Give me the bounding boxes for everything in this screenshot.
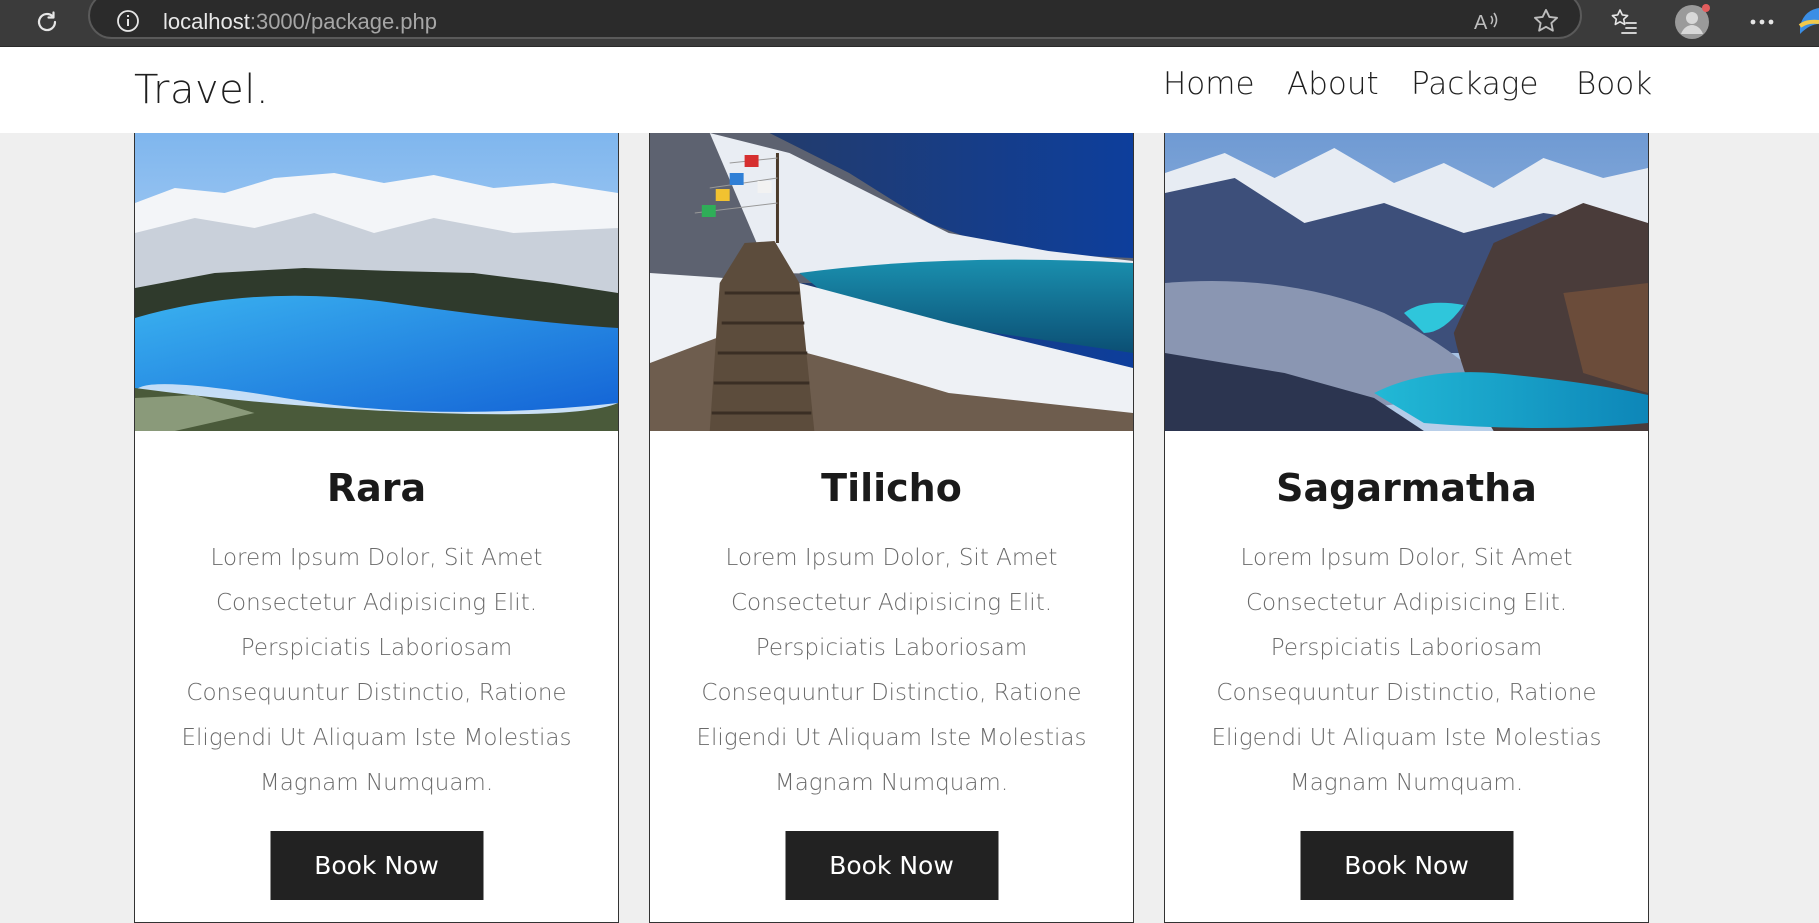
svg-text:A: A [1474, 12, 1488, 34]
site-header: Travel. Home About Package Book [0, 47, 1819, 133]
package-description: Lorem Ipsum Dolor, Sit Amet Consectetur … [167, 536, 587, 806]
description-line: Consequuntur Distinctio, Ratione [701, 680, 1082, 706]
book-now-button[interactable]: Book Now [1300, 831, 1513, 900]
package-image-rara [135, 133, 618, 431]
reload-icon[interactable] [28, 3, 66, 41]
description-line: Consectetur Adipisicing Elit. [1245, 590, 1568, 616]
description-line: Eligendi Ut Aliquam Iste Molestias [1211, 725, 1602, 751]
more-icon[interactable] [1743, 3, 1781, 41]
description-line: Magnam Numquam. [1289, 770, 1524, 796]
description-line: Magnam Numquam. [774, 770, 1009, 796]
description-line: Magnam Numquam. [259, 770, 494, 796]
info-icon[interactable] [115, 8, 141, 34]
star-icon[interactable] [1531, 6, 1561, 36]
package-card-sagarmatha: Sagarmatha Lorem Ipsum Dolor, Sit Amet C… [1164, 133, 1649, 923]
description-line: Lorem Ipsum Dolor, Sit Amet [210, 545, 543, 571]
description-line: Consequuntur Distinctio, Ratione [1216, 680, 1597, 706]
package-description: Lorem Ipsum Dolor, Sit Amet Consectetur … [1197, 536, 1617, 806]
description-line: Consectetur Adipisicing Elit. [215, 590, 538, 616]
description-line: Perspiciatis Laboriosam [755, 635, 1028, 661]
package-card-rara: Rara Lorem Ipsum Dolor, Sit Amet Consect… [134, 133, 619, 923]
url-host: localhost [163, 9, 250, 34]
package-image-sagarmatha [1165, 133, 1648, 431]
package-title: Sagarmatha [1276, 466, 1537, 510]
description-line: Consequuntur Distinctio, Ratione [186, 680, 567, 706]
browser-toolbar: localhost:3000/package.php A [0, 0, 1819, 47]
description-line: Lorem Ipsum Dolor, Sit Amet [725, 545, 1058, 571]
nav-about[interactable]: About [1287, 66, 1379, 102]
profile-icon[interactable] [1673, 3, 1711, 41]
description-line: Consectetur Adipisicing Elit. [730, 590, 1053, 616]
favorites-icon[interactable] [1605, 3, 1643, 41]
description-line: Eligendi Ut Aliquam Iste Molestias [181, 725, 572, 751]
main-nav: Home About Package Book [0, 66, 1819, 116]
description-line: Perspiciatis Laboriosam [1270, 635, 1543, 661]
url-path: :3000/package.php [249, 9, 438, 34]
book-now-button[interactable]: Book Now [785, 831, 998, 900]
url-text[interactable]: localhost:3000/package.php [163, 9, 437, 35]
copilot-icon[interactable] [1798, 6, 1819, 36]
package-description: Lorem Ipsum Dolor, Sit Amet Consectetur … [682, 536, 1102, 806]
package-card-tilicho: Tilicho Lorem Ipsum Dolor, Sit Amet Cons… [649, 133, 1134, 923]
address-bar[interactable]: localhost:3000/package.php A [88, 0, 1582, 39]
description-line: Eligendi Ut Aliquam Iste Molestias [696, 725, 1087, 751]
package-image-tilicho [650, 133, 1133, 431]
read-aloud-icon[interactable]: A [1472, 6, 1502, 36]
package-title: Tilicho [821, 466, 962, 510]
package-title: Rara [326, 466, 427, 510]
description-line: Lorem Ipsum Dolor, Sit Amet [1240, 545, 1573, 571]
nav-package[interactable]: Package [1411, 66, 1538, 102]
book-now-button[interactable]: Book Now [270, 831, 483, 900]
nav-book[interactable]: Book [1576, 66, 1652, 102]
description-line: Perspiciatis Laboriosam [240, 635, 513, 661]
nav-home[interactable]: Home [1163, 66, 1255, 102]
